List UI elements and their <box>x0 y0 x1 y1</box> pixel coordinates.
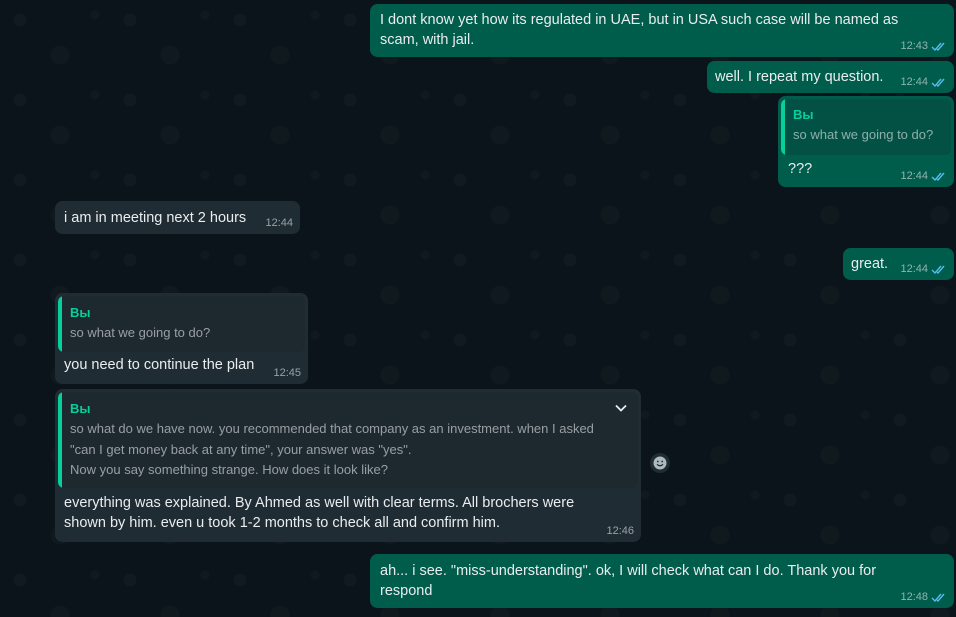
message-time: 12:46 <box>606 525 634 537</box>
double-check-icon <box>931 172 945 181</box>
emoji-face-icon <box>653 456 667 470</box>
quote-text-line: so what do we have now. you recommended … <box>70 421 594 436</box>
message-outgoing[interactable]: great. 12:44 <box>843 248 954 280</box>
message-text-line: ah... i see. "miss-understanding". ok, I… <box>380 563 877 579</box>
message-time: 12:43 <box>900 40 928 52</box>
message-text-line: everything was explained. By Ahmed as we… <box>64 495 575 511</box>
message-meta: 12:44 <box>265 216 293 230</box>
quote-text-line: "can I get money back at any time", your… <box>70 441 412 457</box>
message-text: you need to continue the plan <box>64 357 255 373</box>
message-outgoing[interactable]: well. I repeat my question. 12:44 <box>707 61 954 93</box>
message-meta: 12:46 <box>606 524 634 538</box>
double-check-icon <box>931 265 945 274</box>
message-text: I dont know yet how its regulated in UAE… <box>380 12 899 48</box>
message-outgoing[interactable]: I dont know yet how its regulated in UAE… <box>370 4 954 57</box>
message-meta: 12:45 <box>273 366 301 380</box>
quote-author: Вы <box>70 401 91 416</box>
chat-pane: I dont know yet how its regulated in UAE… <box>0 0 956 617</box>
message-time: 12:45 <box>273 367 301 379</box>
quoted-message[interactable]: Вы so what we going to do? <box>781 99 951 155</box>
quote-author: Вы <box>793 107 814 122</box>
quote-text: so what we going to do? <box>793 127 934 142</box>
double-check-icon <box>931 593 945 602</box>
message-text-line: shown by him. even u took 1-2 months to … <box>64 515 501 531</box>
message-time: 12:44 <box>900 76 928 88</box>
double-check-icon <box>931 42 945 51</box>
message-outgoing[interactable]: ah... i see. "miss-understanding". ok, I… <box>370 554 954 608</box>
message-time: 12:44 <box>900 170 928 182</box>
message-meta: 12:44 <box>900 169 947 183</box>
quote-text-line: Now you say something strange. How does … <box>70 462 388 477</box>
message-time: 12:48 <box>900 591 928 603</box>
message-incoming[interactable]: i am in meeting next 2 hours 12:44 <box>55 201 300 234</box>
quoted-message[interactable]: Вы so what do we have now. you recommend… <box>58 392 638 488</box>
message-text-line: respond <box>380 583 433 599</box>
message-text: i am in meeting next 2 hours <box>64 210 247 226</box>
message-incoming-reply[interactable]: Вы so what we going to do? you need to c… <box>55 293 308 384</box>
quoted-message[interactable]: Вы so what we going to do? <box>58 296 305 352</box>
emoji-icon[interactable] <box>650 453 670 473</box>
chevron-down-icon[interactable] <box>614 401 628 415</box>
quote-author: Вы <box>70 305 91 320</box>
message-time: 12:44 <box>900 263 928 275</box>
double-check-icon <box>931 78 945 87</box>
quote-text: so what we going to do? <box>70 325 211 340</box>
message-meta: 12:43 <box>900 39 947 53</box>
message-incoming-reply[interactable]: Вы so what do we have now. you recommend… <box>55 389 641 542</box>
message-outgoing-reply[interactable]: Вы so what we going to do? ??? 12:44 <box>778 96 954 187</box>
message-meta: 12:48 <box>900 590 947 604</box>
message-time: 12:44 <box>265 217 293 229</box>
message-meta: 12:44 <box>900 262 947 276</box>
message-meta: 12:44 <box>900 75 947 89</box>
